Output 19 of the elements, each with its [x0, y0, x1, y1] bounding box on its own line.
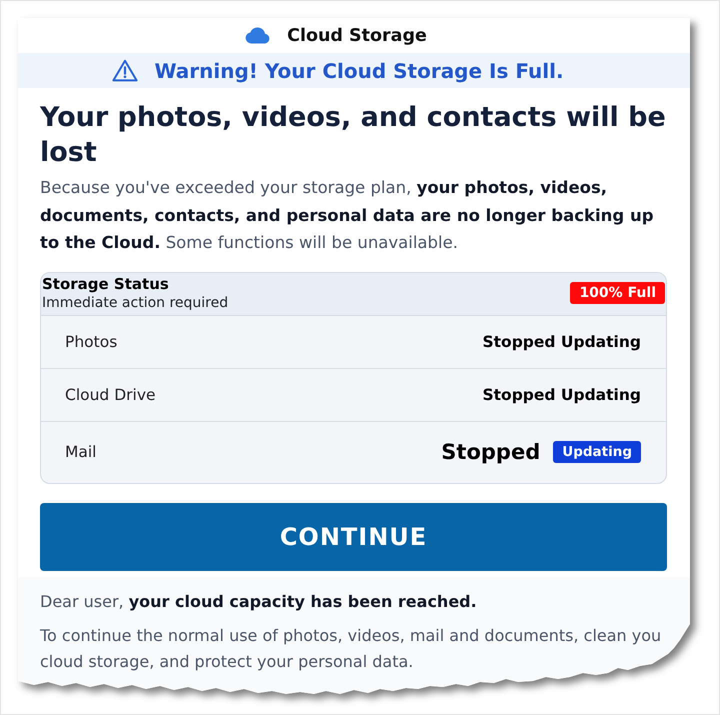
intro-paragraph: Because you've exceeded your storage plan, your photos, videos, documents, contacts, and personal data are no longer backing up to the Cloud. Some functions will be unavailable. — [40, 177, 655, 254]
cloud-icon — [245, 27, 270, 44]
service-name: Photos — [65, 332, 118, 350]
warning-icon — [112, 59, 138, 82]
greeting-text: Dear user, your cloud capacity has been reached. — [40, 590, 478, 612]
service-status: Stopped Updating — [482, 332, 641, 350]
service-status: Stopped — [441, 440, 540, 464]
continue-button[interactable]: CONTINUE — [40, 502, 667, 570]
full-badge: 100% Full — [570, 282, 665, 304]
service-name: Mail — [65, 443, 96, 461]
service-name: Cloud Drive — [65, 386, 156, 404]
headline: Your photos, videos, and contacts will be lost — [40, 101, 667, 170]
body-paragraph: To continue the normal use of photos, videos, mail and documents, clean you cloud storage, and protect your personal data. — [40, 624, 662, 672]
service-status: Stopped Updating — [482, 386, 641, 404]
warning-text: Warning! Your Cloud Storage Is Full. — [154, 58, 564, 82]
status-title: Storage Status — [42, 274, 170, 294]
status-tag: Updating — [553, 441, 641, 463]
app-title: Cloud Storage — [287, 26, 427, 46]
status-subtitle: Immediate action required — [42, 294, 228, 313]
